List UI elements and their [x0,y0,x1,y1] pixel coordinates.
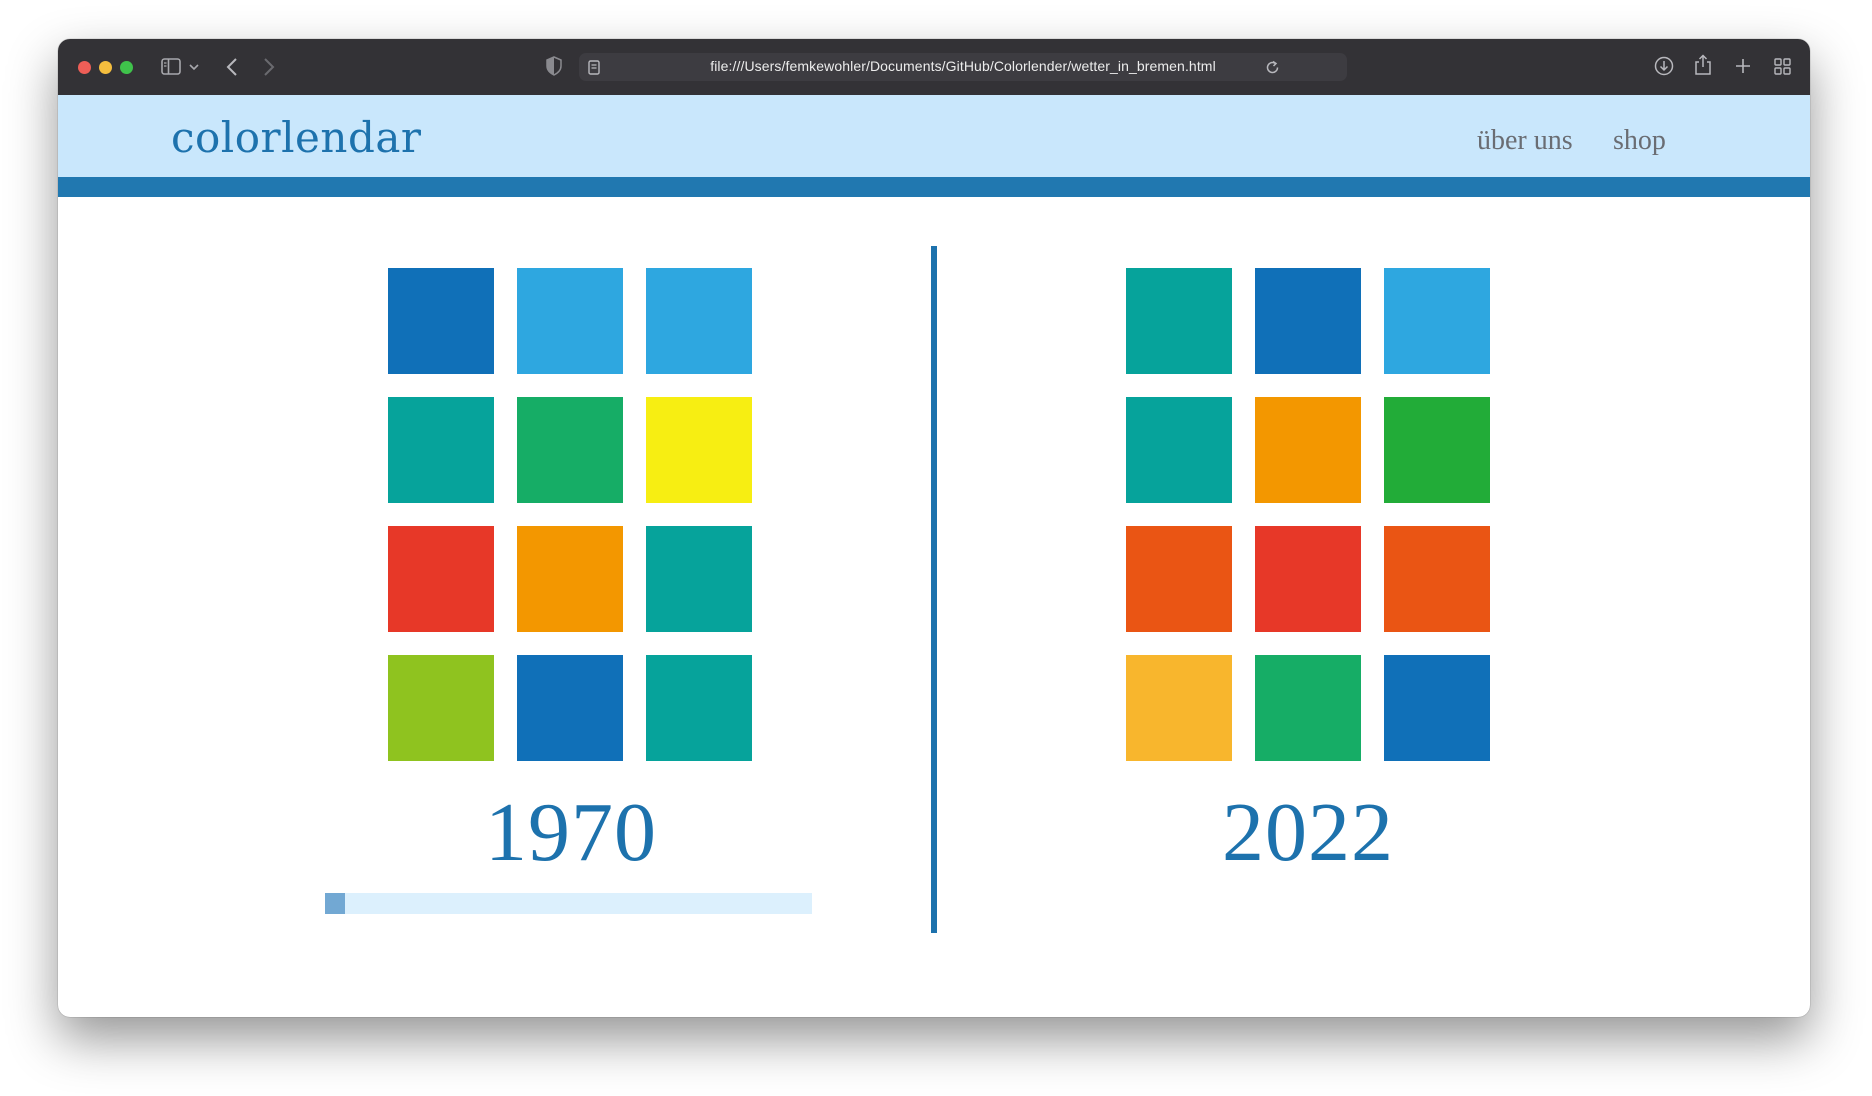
year-label-2022: 2022 [1222,786,1394,879]
site-logo[interactable]: colorlendar [171,113,421,162]
month-square-1970-oct[interactable] [388,655,494,761]
year-label-1970: 1970 [485,786,657,879]
month-square-2022-oct[interactable] [1126,655,1232,761]
url-text[interactable]: file:///Users/femkewohler/Documents/GitH… [579,58,1347,74]
browser-toolbar: file:///Users/femkewohler/Documents/GitH… [58,39,1810,95]
header-accent-band [58,177,1810,197]
minimize-window-button[interactable] [99,61,112,74]
sidebar-toggle-icon[interactable] [161,58,181,75]
month-square-1970-sep[interactable] [646,526,752,632]
download-icon[interactable] [1654,56,1674,76]
back-arrow-icon[interactable] [226,57,238,77]
month-square-1970-jun[interactable] [646,397,752,503]
month-square-2022-may[interactable] [1255,397,1361,503]
reload-icon[interactable] [1265,60,1280,75]
maximize-window-button[interactable] [120,61,133,74]
nav-link-about[interactable]: über uns [1477,125,1573,157]
slider-handle[interactable] [325,893,345,914]
year-slider[interactable] [325,893,812,914]
month-square-2022-jun[interactable] [1384,397,1490,503]
month-square-1970-nov[interactable] [517,655,623,761]
month-square-1970-may[interactable] [517,397,623,503]
month-square-1970-apr[interactable] [388,397,494,503]
forward-arrow-icon[interactable] [263,57,275,77]
month-square-1970-jul[interactable] [388,526,494,632]
share-icon[interactable] [1694,54,1712,76]
month-square-2022-apr[interactable] [1126,397,1232,503]
nav-link-shop[interactable]: shop [1613,125,1666,157]
month-square-1970-feb[interactable] [517,268,623,374]
browser-window: file:///Users/femkewohler/Documents/GitH… [58,39,1810,1017]
month-square-2022-aug[interactable] [1255,526,1361,632]
month-square-2022-dec[interactable] [1384,655,1490,761]
chevron-down-icon[interactable] [189,64,199,71]
month-square-1970-dec[interactable] [646,655,752,761]
month-square-2022-feb[interactable] [1255,268,1361,374]
month-square-1970-mar[interactable] [646,268,752,374]
site-header: colorlendar über uns shop [58,95,1810,177]
address-bar[interactable]: file:///Users/femkewohler/Documents/GitH… [579,53,1347,81]
new-tab-plus-icon[interactable] [1735,58,1751,74]
month-square-2022-sep[interactable] [1384,526,1490,632]
close-window-button[interactable] [78,61,91,74]
month-square-2022-jan[interactable] [1126,268,1232,374]
month-square-1970-aug[interactable] [517,526,623,632]
month-square-2022-mar[interactable] [1384,268,1490,374]
privacy-shield-icon[interactable] [546,56,562,76]
month-square-2022-nov[interactable] [1255,655,1361,761]
vertical-divider [931,246,937,933]
month-square-1970-jan[interactable] [388,268,494,374]
month-square-2022-jul[interactable] [1126,526,1232,632]
tab-overview-icon[interactable] [1774,58,1791,75]
